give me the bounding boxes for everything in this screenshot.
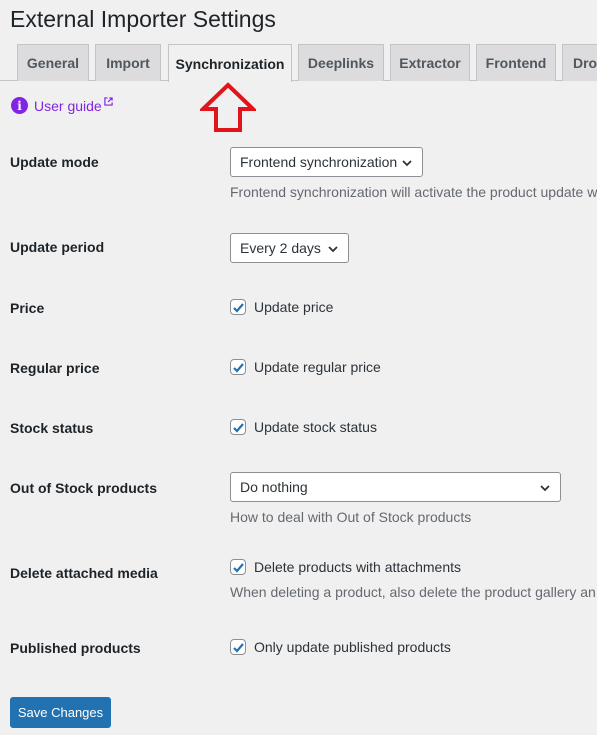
chevron-down-icon <box>402 160 412 167</box>
delete-attachments-text: Delete products with attachments <box>254 559 461 575</box>
info-icon: i <box>11 97 28 114</box>
save-changes-button[interactable]: Save Changes <box>10 697 111 728</box>
update-mode-description: Frontend synchronization will activate t… <box>230 184 597 200</box>
regular-price-label: Regular price <box>10 360 100 376</box>
update-price-checkbox[interactable] <box>230 299 246 315</box>
tab-dro[interactable]: Dro <box>562 44 597 81</box>
checkmark-icon <box>232 362 244 373</box>
chevron-down-icon <box>540 485 550 492</box>
tab-frontend[interactable]: Frontend <box>476 44 556 81</box>
update-stock-status-checkbox[interactable] <box>230 419 246 435</box>
update-price-option: Update price <box>230 299 333 315</box>
tab-import[interactable]: Import <box>95 44 161 81</box>
update-period-select[interactable]: Every 2 days <box>230 233 349 263</box>
delete-media-description: When deleting a product, also delete the… <box>230 584 596 600</box>
out-of-stock-select[interactable]: Do nothing <box>230 472 561 502</box>
checkmark-icon <box>232 642 244 653</box>
update-period-value: Every 2 days <box>240 240 321 256</box>
user-guide-label: User guide <box>34 97 102 114</box>
update-mode-value: Frontend synchronization <box>240 154 398 170</box>
update-price-text: Update price <box>254 299 334 315</box>
update-mode-label: Update mode <box>10 154 99 170</box>
update-stock-status-text: Update stock status <box>254 419 377 435</box>
update-regular-price-text: Update regular price <box>254 359 381 375</box>
delete-media-label: Delete attached media <box>10 565 158 581</box>
user-guide-link[interactable]: i User guide <box>11 97 113 114</box>
page-title: External Importer Settings <box>10 6 276 32</box>
only-published-option: Only update published products <box>230 639 451 655</box>
delete-attachments-option: Delete products with attachments <box>230 559 461 575</box>
price-label: Price <box>10 300 45 316</box>
tab-general[interactable]: General <box>17 44 89 81</box>
published-products-label: Published products <box>10 640 141 656</box>
update-mode-select[interactable]: Frontend synchronization <box>230 147 423 177</box>
only-published-checkbox[interactable] <box>230 639 246 655</box>
red-up-arrow-icon <box>200 82 256 132</box>
external-link-icon <box>104 97 113 106</box>
only-published-text: Only update published products <box>254 639 451 655</box>
update-stock-status-option: Update stock status <box>230 419 377 435</box>
out-of-stock-label: Out of Stock products <box>10 480 157 496</box>
tab-synchronization[interactable]: Synchronization <box>168 44 292 82</box>
chevron-down-icon <box>328 246 338 253</box>
checkmark-icon <box>232 302 244 313</box>
stock-status-label: Stock status <box>10 420 94 436</box>
out-of-stock-description: How to deal with Out of Stock products <box>230 509 472 525</box>
update-period-label: Update period <box>10 239 105 255</box>
checkmark-icon <box>232 562 244 573</box>
out-of-stock-value: Do nothing <box>240 479 308 495</box>
update-regular-price-option: Update regular price <box>230 359 381 375</box>
tab-deeplinks[interactable]: Deeplinks <box>298 44 384 81</box>
delete-attachments-checkbox[interactable] <box>230 559 246 575</box>
tab-extractor[interactable]: Extractor <box>390 44 470 81</box>
update-regular-price-checkbox[interactable] <box>230 359 246 375</box>
checkmark-icon <box>232 422 244 433</box>
